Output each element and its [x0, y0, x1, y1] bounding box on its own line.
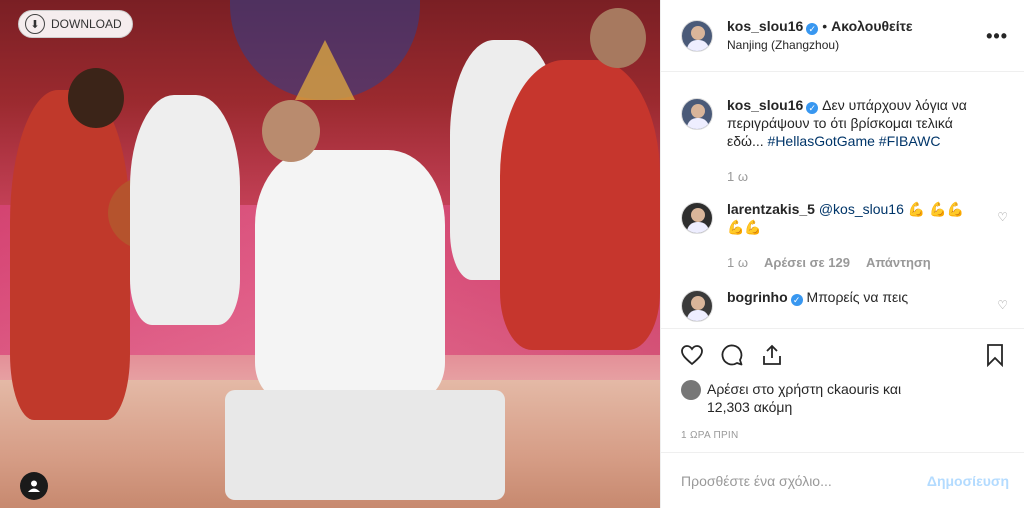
download-label: DOWNLOAD [51, 17, 122, 31]
post-timestamp[interactable]: 1 ΩΡΑ ΠΡΙΝ [661, 416, 1024, 455]
comment-like-heart-icon[interactable]: ♡ [997, 298, 1008, 312]
comment-username[interactable]: larentzakis_5 [727, 201, 815, 217]
photo-player-left-red [10, 90, 130, 420]
photo-player-center-legs [225, 390, 505, 500]
share-icon [763, 344, 781, 365]
comment-likes[interactable]: Αρέσει σε 129 [764, 254, 850, 272]
add-comment-bar: Δημοσίευση [661, 452, 1024, 508]
comment-input[interactable] [681, 472, 927, 489]
comment-meta: 1 ω Αρέσει σε 129 Απάντηση [727, 254, 977, 272]
liker-avatar [681, 380, 701, 400]
comment-like-heart-icon[interactable]: ♡ [997, 210, 1008, 224]
photo-player-center-white [255, 150, 445, 400]
share-button[interactable] [759, 342, 785, 368]
comment-mention[interactable]: @kos_slou16 [819, 201, 904, 217]
caption-hashtags[interactable]: #HellasGotGame #FIBAWC [768, 133, 941, 149]
likes-line-1: Αρέσει στο χρήστη ckaouris και [707, 381, 902, 397]
caption-age[interactable]: 1 ω [727, 168, 748, 186]
comment-avatar[interactable] [681, 290, 713, 322]
photo-player-right-red [500, 60, 660, 350]
user-icon [28, 480, 40, 492]
comment-button[interactable] [719, 342, 745, 368]
author-avatar[interactable] [681, 19, 713, 52]
save-button[interactable] [982, 342, 1008, 368]
caption-body: kos_slou16 ✓ Δεν υπάρχουν λόγια να περιγρ… [727, 96, 977, 186]
like-button[interactable] [679, 342, 705, 368]
verified-badge-icon: ✓ [790, 294, 803, 306]
post-header: kos_slou16 ✓ • Ακολουθείτε Nanjing (Zhangzh… [661, 0, 1024, 72]
verified-badge-icon: ✓ [806, 102, 819, 114]
caption-avatar[interactable] [681, 98, 713, 130]
photo-player-back-white [130, 95, 240, 325]
likes-summary[interactable]: Αρέσει στο χρήστη ckaouris και 12,303 ακ… [661, 380, 1024, 416]
post-actions-bar [661, 328, 1024, 380]
tagged-users-button[interactable] [20, 472, 48, 500]
author-info: kos_slou16 ✓ • Ακολουθείτε Nanjing (Zhangzh… [727, 17, 913, 54]
verified-badge-icon: ✓ [806, 23, 819, 35]
photo-player-right-head [590, 8, 646, 68]
heart-icon [681, 344, 703, 365]
caption-username[interactable]: kos_slou16 [727, 97, 803, 113]
comment-icon [721, 344, 743, 365]
caption: kos_slou16 ✓ Δεν υπάρχουν λόγια να περιγρ… [681, 96, 1008, 186]
instagram-post-window: ⬇ DOWNLOAD kos_slou16 ✓ • Ακολουθείτε Nanji… [0, 0, 1024, 508]
caption-meta: 1 ω [727, 168, 977, 186]
comment-avatar[interactable] [681, 202, 713, 234]
download-icon: ⬇ [25, 14, 45, 34]
comment-text: Μπορείς να πεις [806, 289, 909, 305]
likes-line-2[interactable]: 12,303 ακόμη [707, 398, 901, 416]
comment-item: larentzakis_5 @kos_slou16 💪 💪💪💪💪 1 ω Αρέ… [681, 200, 1008, 272]
comment-item: bogrinho ✓ Μπορείς να πεις ♡ [681, 288, 1008, 322]
comment-age[interactable]: 1 ω [727, 254, 748, 272]
separator-dot: • [822, 18, 828, 34]
post-photo[interactable]: ⬇ DOWNLOAD [0, 0, 660, 508]
comments-list[interactable]: kos_slou16 ✓ Δεν υπάρχουν λόγια να περιγρ… [661, 72, 1024, 328]
post-sidebar: kos_slou16 ✓ • Ακολουθείτε Nanjing (Zhangzh… [660, 0, 1024, 508]
bookmark-icon [987, 343, 1003, 367]
download-button[interactable]: ⬇ DOWNLOAD [18, 10, 133, 38]
reply-button[interactable]: Απάντηση [866, 254, 931, 272]
comment-body: larentzakis_5 @kos_slou16 💪 💪💪💪💪 1 ω Αρέ… [727, 200, 977, 272]
following-button[interactable]: Ακολουθείτε [831, 18, 912, 34]
author-username[interactable]: kos_slou16 [727, 18, 803, 34]
photo-player-left-head [68, 68, 124, 128]
comment-body: bogrinho ✓ Μπορείς να πεις [727, 288, 977, 322]
post-comment-button[interactable]: Δημοσίευση [927, 473, 1009, 489]
post-location[interactable]: Nanjing (Zhangzhou) [727, 36, 913, 54]
comment-username[interactable]: bogrinho [727, 289, 788, 305]
more-options-icon[interactable]: ••• [986, 26, 1008, 47]
photo-player-center-head [262, 100, 320, 162]
